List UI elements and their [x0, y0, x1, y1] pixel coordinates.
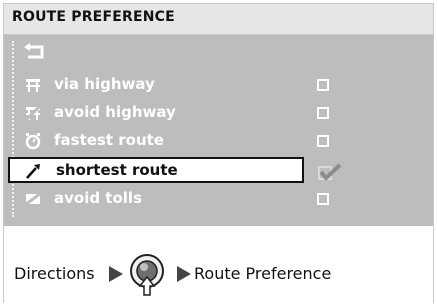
option-shortest-route[interactable]: shortest route: [8, 157, 304, 183]
avoid-toll-icon: [24, 191, 42, 207]
route-preference-menu: via highway avoid highway fastest route …: [4, 35, 433, 226]
highway-icon: [26, 79, 40, 92]
stopwatch-icon: [25, 133, 41, 150]
joystick-button-icon: [130, 254, 164, 296]
route-preference-screen: ROUTE PREFERENCE via highway avoid highw…: [3, 3, 434, 303]
option-label: avoid tolls: [54, 189, 142, 207]
breadcrumb-arrow-icon: [177, 266, 191, 282]
breadcrumb-arrow-icon: [109, 266, 123, 282]
checkbox-via-highway[interactable]: [317, 79, 329, 91]
breadcrumb-end: Route Preference: [194, 264, 332, 283]
back-arrow-icon[interactable]: [22, 43, 48, 61]
option-fastest-route[interactable]: fastest route: [8, 129, 304, 153]
option-via-highway[interactable]: via highway: [8, 73, 304, 97]
checkbox-avoid-highway[interactable]: [317, 107, 329, 119]
option-avoid-tolls[interactable]: avoid tolls: [8, 187, 304, 211]
avoid-highway-icon: [24, 104, 42, 122]
checkbox-shortest-route-checked[interactable]: [318, 161, 342, 183]
header-bar: ROUTE PREFERENCE: [4, 4, 433, 35]
checkbox-avoid-tolls[interactable]: [317, 193, 329, 205]
option-label: avoid highway: [54, 103, 176, 121]
checkbox-fastest-route[interactable]: [317, 135, 329, 147]
option-label: via highway: [54, 75, 155, 93]
compass-needle-icon: [26, 164, 40, 179]
option-label: fastest route: [54, 131, 164, 149]
page-title: ROUTE PREFERENCE: [12, 9, 175, 25]
option-label: shortest route: [56, 161, 178, 179]
breadcrumb-start: Directions: [14, 264, 95, 283]
option-avoid-highway[interactable]: avoid highway: [8, 101, 304, 125]
breadcrumb: Directions Route Preference: [4, 227, 433, 303]
